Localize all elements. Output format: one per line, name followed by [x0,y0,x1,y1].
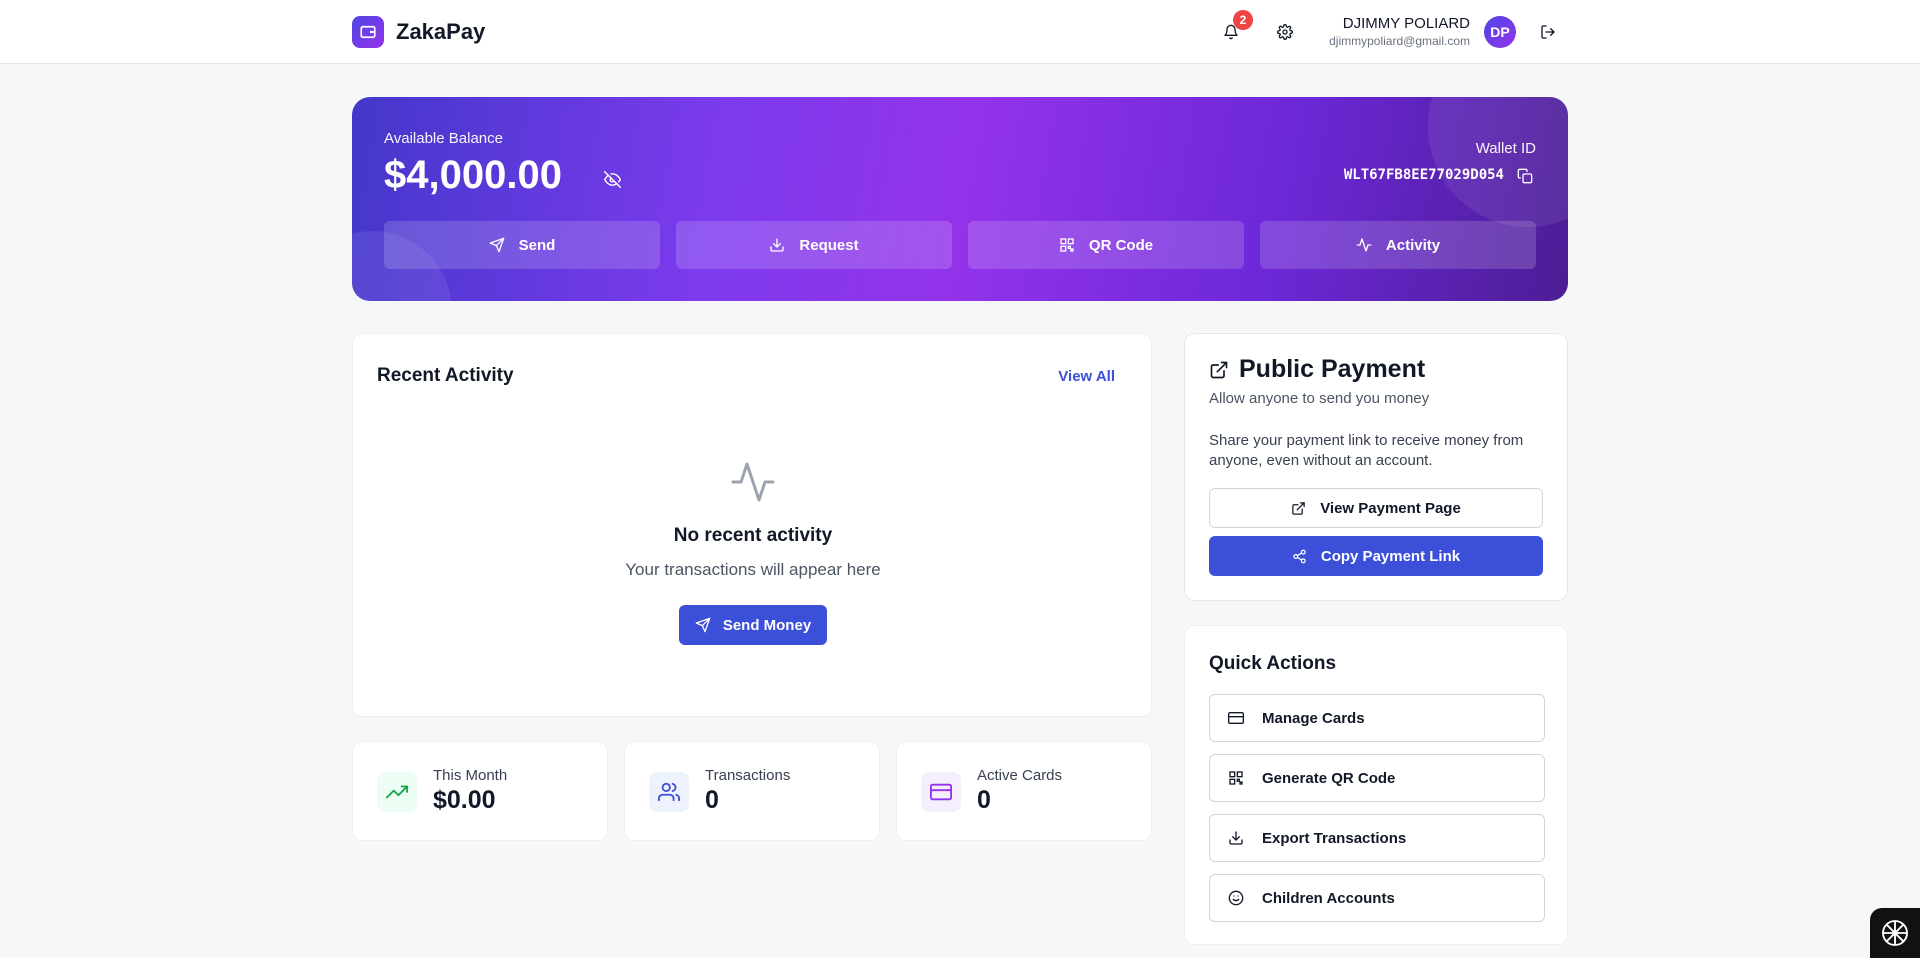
stat-value: $0.00 [433,786,496,814]
balance-amount: $4,000.00 [384,153,562,197]
trending-up-icon [386,785,408,799]
qr-code-label: QR Code [1088,236,1154,254]
decorative-circle [1428,97,1568,227]
stat-icon-wrap [377,772,417,812]
external-link-icon [1210,361,1228,378]
eye-off-icon [603,170,621,188]
brand[interactable]: ZakaPay [352,16,485,48]
children-accounts-button[interactable]: Children Accounts [1209,874,1545,922]
balance-label: Available Balance [384,130,503,147]
public-payment-subtitle: Allow anyone to send you money [1209,390,1430,407]
gear-icon [1277,24,1293,40]
public-payment-description: Share your payment link to receive money… [1209,432,1524,469]
activity-icon [731,462,775,502]
send-money-label: Send Money [722,616,812,634]
copy-wallet-id-button[interactable] [1514,165,1536,187]
send-icon [489,237,504,253]
stat-card-this-month: This Month $0.00 [352,741,608,841]
notifications-button[interactable]: 2 [1218,10,1253,45]
share-icon [1293,549,1306,563]
view-payment-page-button[interactable]: View Payment Page [1209,488,1543,528]
qr-code-icon [1229,771,1243,785]
stat-value: 0 [977,786,991,814]
assistant-logo-icon [1882,920,1908,946]
settings-button[interactable] [1272,19,1298,45]
user-info: DJIMMY POLIARD djimmypoliard@gmail.com [1329,15,1470,48]
user-email: djimmypoliard@gmail.com [1329,34,1470,48]
export-transactions-button[interactable]: Export Transactions [1209,814,1545,862]
qr-code-icon [1060,238,1074,252]
qr-code-button[interactable]: QR Code [968,221,1244,269]
top-header: ZakaPay 2 DJIMMY POLIARD djimmypoliard@g… [0,0,1920,64]
stat-card-transactions: Transactions 0 [624,741,880,841]
smile-icon [1228,890,1244,906]
view-all-link[interactable]: View All [1058,368,1115,385]
stat-label: This Month [433,767,508,784]
credit-card-icon [1228,712,1244,724]
copy-icon [1517,168,1533,184]
quick-actions-panel: Quick Actions Manage Cards Generate QR C… [1184,625,1568,945]
activity-icon [1356,238,1372,252]
empty-state-subtitle: Your transactions will appear here [625,560,881,579]
request-label: Request [799,236,859,254]
download-icon [1229,831,1243,845]
public-payment-header: Public Payment [1209,355,1425,384]
wallet-logo-icon [352,16,384,48]
quick-actions-title: Quick Actions [1209,653,1337,674]
wallet-id-label: Wallet ID [1475,140,1536,157]
recent-activity-panel: Recent Activity View All No recent activ… [352,333,1152,717]
credit-card-icon [930,783,952,801]
stat-value: 0 [705,786,719,814]
quick-action-label: Export Transactions [1262,829,1407,847]
user-name: DJIMMY POLIARD [1342,15,1470,32]
view-payment-page-label: View Payment Page [1320,499,1461,517]
copy-payment-link-button[interactable]: Copy Payment Link [1209,536,1543,576]
toggle-balance-visibility-button[interactable] [600,167,624,191]
assistant-button[interactable] [1870,908,1920,958]
send-label: Send [518,236,556,254]
activity-button[interactable]: Activity [1260,221,1536,269]
stat-label: Active Cards [977,767,1063,784]
users-icon [658,782,680,802]
balance-actions: Send Request QR Code Activity [384,221,1536,269]
notification-badge: 2 [1233,10,1253,30]
quick-action-label: Generate QR Code [1262,769,1396,787]
copy-payment-link-label: Copy Payment Link [1320,547,1461,565]
external-link-icon [1292,501,1305,515]
public-payment-panel: Public Payment Allow anyone to send you … [1184,333,1568,601]
logout-button[interactable] [1535,19,1561,45]
brand-name: ZakaPay [396,19,486,44]
quick-action-label: Children Accounts [1262,889,1395,907]
stat-icon-wrap [649,772,689,812]
generate-qr-code-button[interactable]: Generate QR Code [1209,754,1545,802]
send-button[interactable]: Send [384,221,660,269]
request-button[interactable]: Request [676,221,952,269]
recent-activity-title: Recent Activity [377,365,514,386]
wallet-id-value: WLT67FB8EE77029D054 [1343,167,1504,183]
public-payment-title: Public Payment [1239,355,1426,383]
logout-icon [1541,25,1555,39]
balance-card: Available Balance $4,000.00 Wallet ID WL… [352,97,1568,301]
send-icon [695,617,711,633]
avatar[interactable]: DP [1484,16,1516,48]
send-money-button[interactable]: Send Money [679,605,827,645]
empty-state-title: No recent activity [673,525,833,546]
download-icon [770,238,785,252]
stat-label: Transactions [705,767,791,784]
activity-label: Activity [1385,236,1441,254]
manage-cards-button[interactable]: Manage Cards [1209,694,1545,742]
stat-card-active-cards: Active Cards 0 [896,741,1152,841]
stat-icon-wrap [921,772,961,812]
quick-action-label: Manage Cards [1262,709,1365,727]
